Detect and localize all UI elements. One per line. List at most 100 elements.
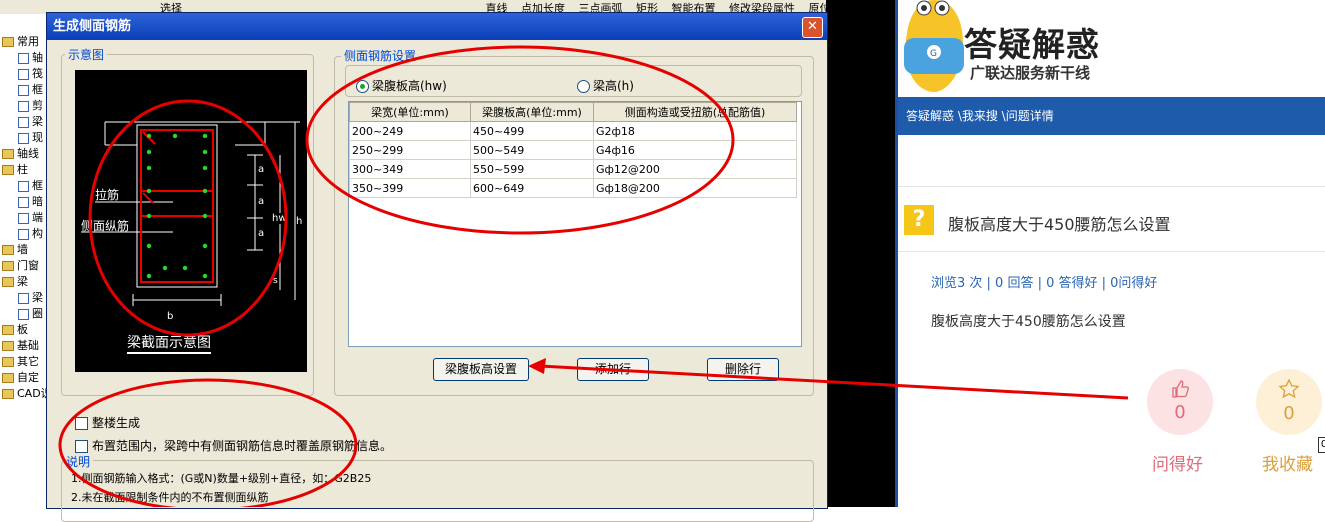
component-icon <box>18 52 29 64</box>
dim-s-label: s <box>273 276 278 286</box>
table-cell[interactable]: G2ф18 <box>593 121 797 141</box>
tree-folder[interactable]: 墙 <box>0 242 48 258</box>
settings-group-title: 侧面钢筋设置 <box>341 47 420 64</box>
table-cell[interactable]: G4ф16 <box>593 140 797 160</box>
component-icon <box>18 116 29 128</box>
favorite-label[interactable]: 我收藏 <box>1262 450 1313 475</box>
table-row[interactable]: 250~299 500~549 G4ф16 <box>349 140 797 160</box>
dim-a-label-3: a <box>258 228 265 239</box>
column-header[interactable]: 梁宽(单位:mm) <box>349 102 471 122</box>
tree-label: 基础 <box>17 339 39 352</box>
whole-building-checkbox[interactable]: 整楼生成 <box>75 414 140 431</box>
tree-item[interactable]: 梁 <box>0 114 48 130</box>
tree-rows: 常用轴筏框剪梁现轴线柱框暗端构墙门窗梁梁圈板基础 其它 自定 CAD识 <box>0 14 48 402</box>
tree-item[interactable]: 现 <box>0 130 48 146</box>
tree-item[interactable]: 筏 <box>0 66 48 82</box>
rebar-table[interactable]: 梁宽(单位:mm) 梁腹板高(单位:mm) 侧面构造或受扭筋(总配筋值) 200… <box>348 101 802 347</box>
radio-web-height[interactable]: 梁腹板高(hw) <box>356 77 447 94</box>
delete-row-button[interactable]: 删除行 <box>707 358 779 381</box>
tree-folder[interactable]: 常用 <box>0 34 48 50</box>
dim-hw-label: hw <box>272 213 287 224</box>
dialog-title: 生成侧面钢筋 <box>53 19 132 34</box>
column-header[interactable]: 梁腹板高(单位:mm) <box>470 102 594 122</box>
tree-label: 轴 <box>32 51 43 64</box>
question-body: 腹板高度大于450腰筋怎么设置 <box>931 314 1126 330</box>
tree-item[interactable]: 剪 <box>0 98 48 114</box>
tree-folder[interactable]: 柱 <box>0 162 48 178</box>
component-icon <box>18 84 29 96</box>
folder-icon <box>2 325 14 335</box>
table-cell[interactable]: 500~549 <box>470 140 594 160</box>
tree-folder[interactable]: CAD识 <box>0 386 48 402</box>
tree-label: 框 <box>32 179 43 192</box>
table-cell[interactable]: 450~499 <box>470 121 594 141</box>
tree-item[interactable]: 暗 <box>0 194 48 210</box>
logo-title: 答疑解惑 <box>964 25 1100 64</box>
radio-beam-height[interactable]: 梁高(h) <box>577 77 634 94</box>
tree-label: CAD识 <box>17 387 49 400</box>
folder-icon <box>2 389 14 399</box>
note-line-1: 1.侧面钢筋输入格式：(G或N)数量+级别+直径，如：G2B25 <box>71 472 372 485</box>
favorite-button[interactable]: 0 <box>1256 369 1322 435</box>
tree-item[interactable]: 端 <box>0 210 48 226</box>
web-height-settings-button[interactable]: 梁腹板高设置 <box>433 358 529 381</box>
table-cell[interactable]: 200~249 <box>349 121 471 141</box>
tree-label: 梁 <box>32 115 43 128</box>
tree-item[interactable]: 轴 <box>0 50 48 66</box>
tree-label: 柱 <box>17 163 28 176</box>
tree-label: 墙 <box>17 243 28 256</box>
dim-a-label-2: a <box>258 196 265 207</box>
folder-icon <box>2 149 14 159</box>
dialog-titlebar: 生成侧面钢筋 ✕ <box>47 13 827 40</box>
override-checkbox[interactable]: 布置范围内，梁跨中有侧面钢筋信息时覆盖原钢筋信息。 <box>75 437 392 454</box>
radio-selected-icon <box>356 80 369 93</box>
tree-label: 框 <box>32 83 43 96</box>
table-row[interactable]: 300~349 550~599 Gф12@200 <box>349 159 797 179</box>
tree-folder[interactable]: 自定 <box>0 370 48 386</box>
table-cell[interactable]: 250~299 <box>349 140 471 160</box>
close-button[interactable]: ✕ <box>802 17 823 38</box>
preview-group-title: 示意图 <box>65 46 108 63</box>
like-label[interactable]: 问得好 <box>1152 450 1203 475</box>
tree-folder[interactable]: 其它 <box>0 354 48 370</box>
component-icon <box>18 100 29 112</box>
tree-folder[interactable]: 板 <box>0 322 48 338</box>
breadcrumb[interactable]: 答疑解惑 \我来搜 \问题详情 <box>906 109 1054 123</box>
folder-icon <box>2 165 14 175</box>
add-row-button[interactable]: 添加行 <box>577 358 649 381</box>
section-caption: 梁截面示意图 <box>127 332 211 354</box>
tree-label: 板 <box>17 323 28 336</box>
table-cell[interactable]: 300~349 <box>349 159 471 179</box>
side-long-bar-label: 侧面纵筋 <box>81 219 130 233</box>
question-header: ? 腹板高度大于450腰筋怎么设置 <box>898 186 1325 252</box>
tree-item[interactable]: 圈 <box>0 306 48 322</box>
tree-folder[interactable]: 门窗 <box>0 258 48 274</box>
table-cell[interactable]: 600~649 <box>470 178 594 198</box>
edge-badge: 0 <box>1318 437 1325 453</box>
component-icon <box>18 212 29 224</box>
tree-item[interactable]: 梁 <box>0 290 48 306</box>
table-cell[interactable]: 550~599 <box>470 159 594 179</box>
dim-b-label: b <box>167 311 174 322</box>
component-icon <box>18 180 29 192</box>
table-row[interactable]: 350~399 600~649 Gф18@200 <box>349 178 797 198</box>
logo-subtitle: 广联达服务新干线 <box>970 64 1091 82</box>
tree-item[interactable]: 框 <box>0 82 48 98</box>
tree-label: 常用 <box>17 35 39 48</box>
table-cell[interactable]: 350~399 <box>349 178 471 198</box>
radio-beam-height-label: 梁高(h) <box>593 79 634 93</box>
tree-item[interactable]: 构 <box>0 226 48 242</box>
table-row[interactable]: 200~249 450~499 G2ф18 <box>349 121 797 141</box>
tree-item[interactable]: 框 <box>0 178 48 194</box>
table-cell[interactable]: Gф18@200 <box>593 178 797 198</box>
tree-folder[interactable]: 梁 <box>0 274 48 290</box>
tree-label: 梁 <box>17 275 28 288</box>
tree-folder[interactable]: 基础 <box>0 338 48 354</box>
tree-folder[interactable]: 轴线 <box>0 146 48 162</box>
column-header[interactable]: 侧面构造或受扭筋(总配筋值) <box>593 102 797 122</box>
dim-h-label: h <box>296 216 303 227</box>
like-button[interactable]: 0 <box>1147 369 1213 435</box>
table-cell[interactable]: Gф12@200 <box>593 159 797 179</box>
tree-label: 其它 <box>17 355 39 368</box>
component-icon <box>18 228 29 240</box>
